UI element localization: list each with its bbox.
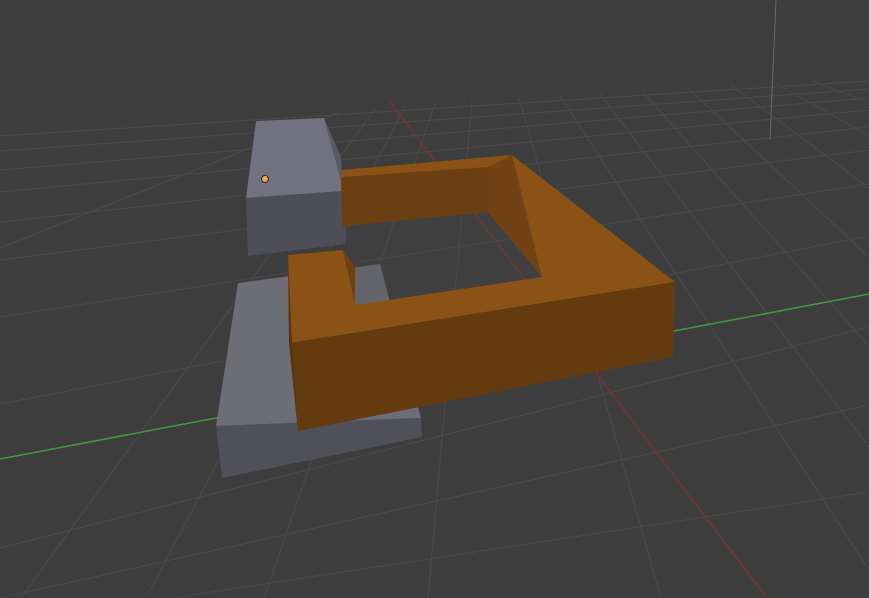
back-gray-block[interactable] bbox=[246, 118, 346, 256]
3d-viewport[interactable] bbox=[0, 0, 869, 598]
viewport-scene[interactable] bbox=[0, 0, 869, 598]
origin-marker-icon bbox=[261, 175, 269, 183]
orange-frame[interactable] bbox=[288, 155, 675, 431]
